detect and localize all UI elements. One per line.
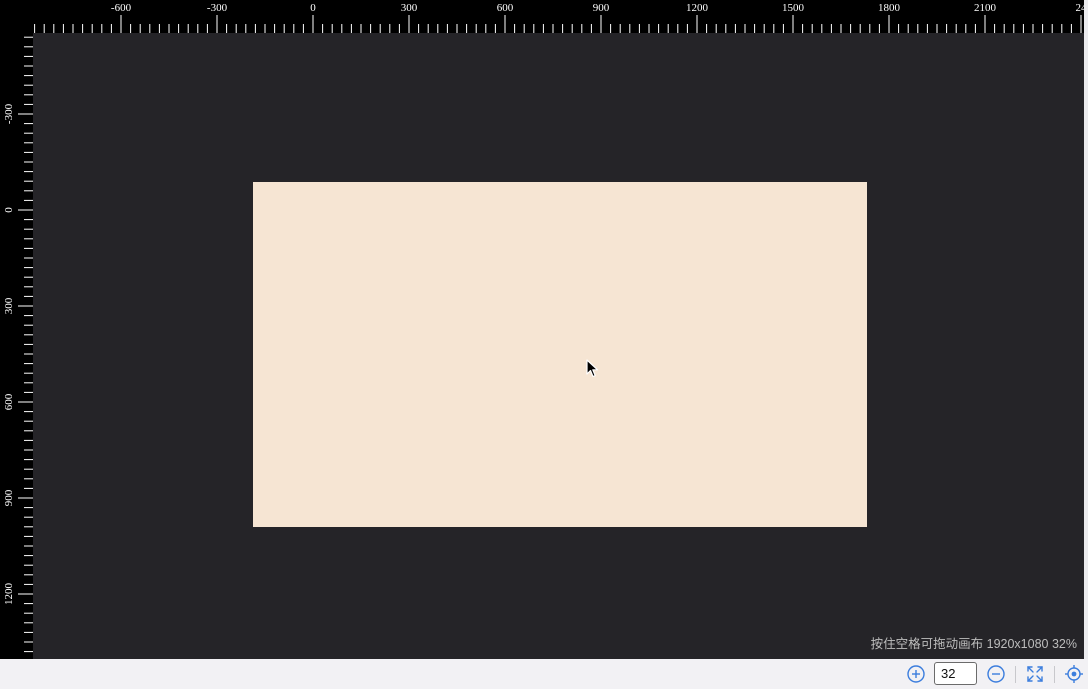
bottom-toolbar: [0, 659, 1088, 689]
ruler-label: 0: [310, 2, 316, 14]
ruler-label: -600: [111, 2, 132, 14]
fit-screen-button[interactable]: [1025, 664, 1045, 684]
ruler-label: 1500: [782, 2, 805, 14]
ruler-label: 1800: [878, 2, 901, 14]
mouse-cursor-icon: [586, 359, 599, 378]
plus-circle-icon: [907, 665, 925, 683]
canvas-editor: 按住空格可拖动画布 1920x1080 32% -600 -300 0 300 600 9…: [0, 0, 1088, 689]
ruler-corner: [0, 0, 33, 33]
artboard[interactable]: [253, 182, 867, 527]
toolbar-divider: [1054, 666, 1055, 683]
ruler-label: 900: [3, 489, 15, 506]
canvas-hint-text: 按住空格可拖动画布 1920x1080 32%: [870, 637, 1077, 651]
ruler-label: 24: [1076, 2, 1085, 14]
zoom-level-input[interactable]: [934, 662, 977, 685]
ruler-label: 0: [3, 207, 15, 213]
workspace-edge: [1084, 0, 1088, 659]
ruler-label: -300: [3, 103, 15, 124]
zoom-out-button[interactable]: [986, 664, 1006, 684]
ruler-label: -300: [207, 2, 228, 14]
toolbar-divider: [1015, 666, 1016, 683]
ruler-label: 300: [3, 297, 15, 314]
canvas-workspace[interactable]: 按住空格可拖动画布 1920x1080 32%: [0, 0, 1084, 659]
minus-circle-icon: [987, 665, 1005, 683]
expand-arrows-icon: [1027, 666, 1043, 682]
ruler-label: 2100: [974, 2, 997, 14]
horizontal-ruler[interactable]: -600 -300 0 300 600 900 1200 1500 1800 2100 24: [33, 0, 1084, 33]
crosshair-icon: [1065, 665, 1083, 683]
zoom-in-button[interactable]: [906, 664, 926, 684]
ruler-label: 1200: [686, 2, 709, 14]
ruler-label: 600: [3, 393, 15, 410]
ruler-label: 900: [593, 2, 610, 14]
vertical-ruler[interactable]: -300 0 300 600 900 1200: [0, 33, 33, 659]
ruler-label: 300: [401, 2, 418, 14]
ruler-label: 600: [497, 2, 514, 14]
ruler-label: 1200: [3, 583, 15, 606]
locate-center-button[interactable]: [1064, 664, 1084, 684]
